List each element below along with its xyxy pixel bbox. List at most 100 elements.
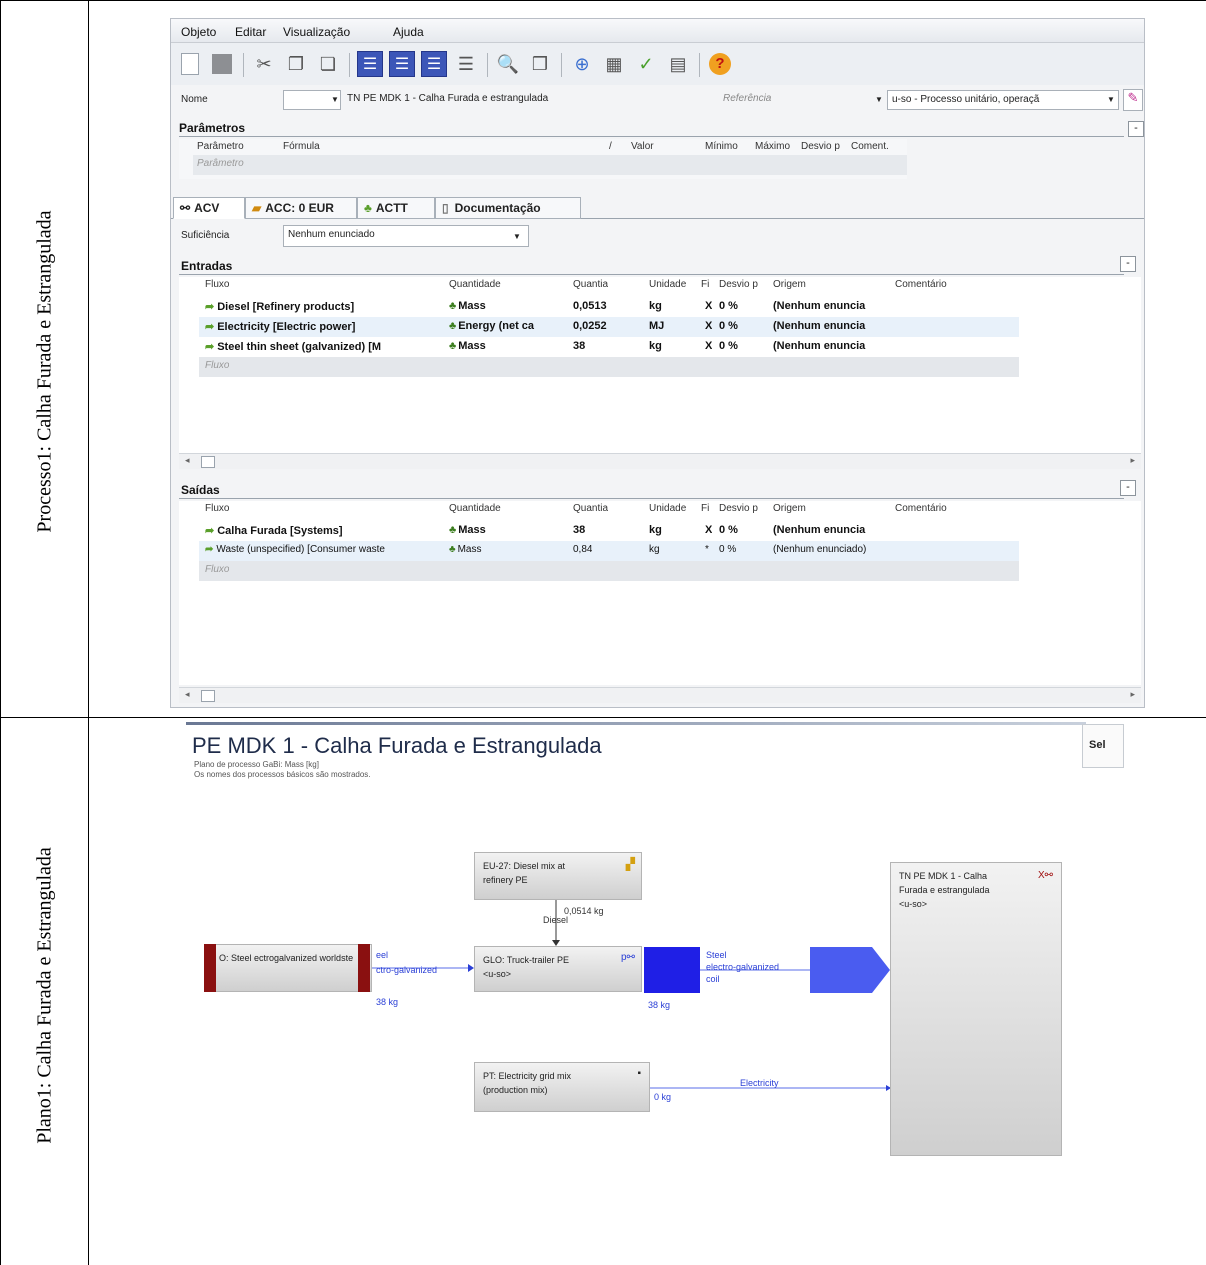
menu-objeto[interactable]: Objeto [181,25,216,39]
window-icon[interactable]: ❒ [527,51,553,77]
balance-icon[interactable]: ▦ [601,51,627,77]
inputs-grid: Fluxo Quantidade Quantia Unidade Fi Desv… [179,277,1141,455]
table-cell-amount[interactable]: 38 [573,524,585,536]
tab-actt[interactable]: ♣ ACTT [357,197,435,219]
select-button[interactable]: Sel [1082,724,1124,768]
chevron-down-icon[interactable]: ▼ [1107,95,1115,104]
diesel-flow-label: Diesel [543,915,569,925]
table-row[interactable] [199,357,1019,377]
close-link-icon[interactable]: X⚯ [1038,869,1053,883]
copy-icon[interactable]: ❐ [283,51,309,77]
process-icon: ▞ [625,857,635,871]
outputs-grid: Fluxo Quantidade Quantia Unidade Fi Desv… [179,501,1141,685]
quantity-text: Mass [458,340,486,352]
collapse-icon[interactable]: - [1120,480,1136,496]
align-right-icon[interactable]: ☰ [421,51,447,77]
process-icon: ▪ [637,1068,641,1079]
table-row[interactable] [199,561,1019,581]
chevron-down-icon[interactable]: ▼ [513,232,521,241]
tab-documentacao[interactable]: ▯ Documentação [435,197,581,219]
flow-placeholder[interactable]: Fluxo [205,360,229,371]
plan-subtitle: Plano de processo GaBi: Mass [kg] [194,760,319,769]
quantity-text: Mass [458,300,486,312]
menu-ajuda[interactable]: Ajuda [393,25,424,39]
process-box-label: EU-27: Diesel mix at refinery PE [483,861,566,885]
outputs-scrollbar[interactable]: ◂ ▸ [179,687,1141,703]
inputs-title: Entradas [181,259,233,273]
table-cell-unit[interactable]: kg [649,544,660,555]
scroll-left-icon[interactable]: ◂ [185,689,190,700]
scroll-thumb[interactable] [201,690,215,702]
scroll-right-icon[interactable]: ▸ [1130,455,1135,466]
table-cell-origin: (Nenhum enuncia [773,340,866,352]
process-type-select[interactable]: u-so - Processo unitário, operaçã [887,90,1119,110]
menu-visualizacao[interactable]: Visualização [283,25,350,39]
scroll-left-icon[interactable]: ◂ [185,455,190,466]
link-icon: ⚯ [180,201,191,215]
toolbar-separator [349,53,350,77]
col-parametro: Parâmetro [197,141,244,152]
table-cell-unit[interactable]: kg [649,524,662,536]
flow-text: Calha Furada [Systems] [217,525,343,537]
quantity-icon: ♣ [449,340,457,352]
table-cell-amount[interactable]: 0,84 [573,544,592,555]
menu-editar[interactable]: Editar [235,25,266,39]
check-icon[interactable]: ✓ [633,51,659,77]
tab-documentacao-label: Documentação [454,201,541,215]
print-preview-icon[interactable]: 🔍 [495,51,521,77]
selection-handle-right[interactable] [358,944,370,992]
name-field[interactable]: TN PE MDK 1 - Calha Furada e estrangulad… [343,90,713,110]
table-cell-amount[interactable]: 0,0252 [573,320,607,332]
tab-acc[interactable]: ▰ ACC: 0 EUR [245,197,357,219]
cut-icon[interactable]: ✂ [251,51,277,77]
process-icon: p⚯ [621,952,635,963]
parameter-new-row[interactable] [193,155,907,175]
table-cell-fi: * [705,544,709,555]
process-box-truck[interactable]: GLO: Truck-trailer PE <u-so> p⚯ [474,946,642,992]
table-cell-unit[interactable]: MJ [649,320,664,332]
plan-title: PE MDK 1 - Calha Furada e Estrangulada [192,733,602,758]
table-cell-amount[interactable]: 38 [573,340,585,352]
sufficiency-select[interactable]: Nenhum enunciado [283,225,529,247]
table-cell-fi: X [705,340,713,352]
collapse-icon[interactable]: - [1120,256,1136,272]
section-divider [179,136,1124,137]
collapse-icon[interactable]: - [1128,121,1144,137]
table-cell-quantity: ♣ Mass [449,300,569,312]
parameter-placeholder[interactable]: Parâmetro [197,158,244,169]
table-cell-unit[interactable]: kg [649,300,662,312]
process-box-diesel[interactable]: EU-27: Diesel mix at refinery PE ▞ [474,852,642,900]
process-box-main[interactable]: TN PE MDK 1 - Calha Furada e estrangulad… [890,862,1062,1156]
flow-placeholder[interactable]: Fluxo [205,564,229,575]
scroll-thumb[interactable] [201,456,215,468]
tab-acc-label: ACC: 0 EUR [265,201,334,215]
flow-icon: ➦ [205,341,215,353]
target-icon[interactable]: ⊕ [569,51,595,77]
save-icon[interactable] [209,51,235,77]
table-cell-unit[interactable]: kg [649,340,662,352]
scroll-right-icon[interactable]: ▸ [1130,689,1135,700]
reference-field[interactable]: Referência [719,90,869,110]
process-box-electricity[interactable]: PT: Electricity grid mix (production mix… [474,1062,650,1112]
justify-icon[interactable]: ☰ [453,51,479,77]
col-minimo: Mínimo [705,141,738,152]
diesel-flow-amount: 0,0514 kg [564,906,604,916]
paste-icon[interactable]: ❏ [315,51,341,77]
align-left-icon[interactable]: ☰ [357,51,383,77]
col-quantia: Quantia [573,279,609,290]
selection-handle-left[interactable] [204,944,216,992]
inputs-scrollbar[interactable]: ◂ ▸ [179,453,1141,469]
chevron-down-icon[interactable]: ▼ [331,95,339,104]
tab-acv[interactable]: ⚯ ACV [173,197,245,219]
help-icon[interactable]: ? [707,51,733,77]
name-bar: Nome ▼ TN PE MDK 1 - Calha Furada e estr… [171,85,1144,115]
chevron-down-icon[interactable]: ▼ [875,95,883,104]
toolbar-separator [699,53,700,77]
table-cell-amount[interactable]: 0,0513 [573,300,607,312]
sufficiency-label: Suficiência [181,230,230,241]
process-box-steel[interactable]: O: Steel ectrogalvanized worldste [204,944,372,992]
calculator-icon[interactable]: ▤ [665,51,691,77]
new-document-icon[interactable] [177,51,203,77]
edit-icon[interactable]: ✎ [1123,89,1143,111]
align-center-icon[interactable]: ☰ [389,51,415,77]
